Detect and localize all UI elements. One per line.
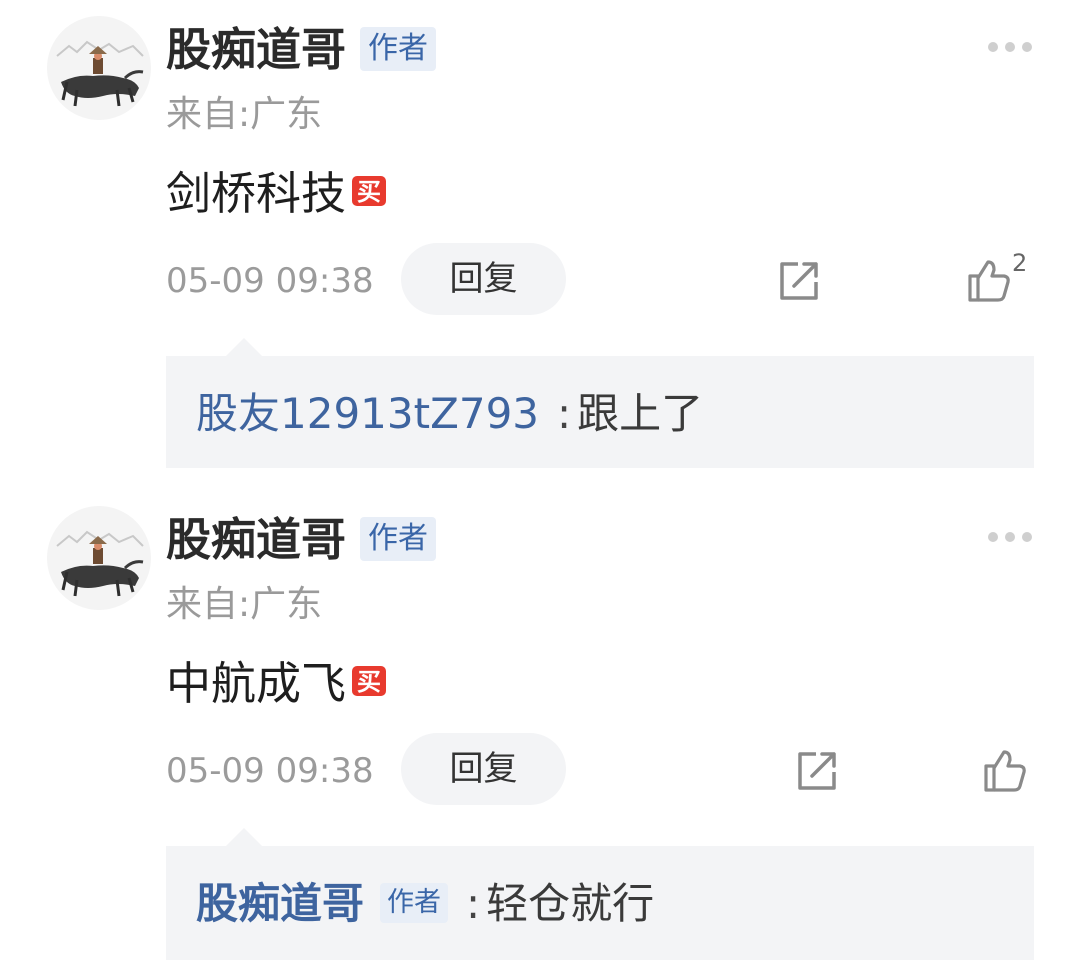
more-dots-icon[interactable] <box>986 530 1034 544</box>
reply-username[interactable]: 股痴道哥 <box>196 879 364 928</box>
timestamp: 05-09 09:38 <box>166 751 374 791</box>
author-badge: 作者 <box>360 27 437 71</box>
buy-badge-icon: 买 <box>350 172 388 210</box>
reply-separator: : <box>466 879 481 928</box>
author-badge: 作者 <box>360 517 437 561</box>
thumbs-up-icon[interactable] <box>964 256 1012 304</box>
avatar-ink-painting-icon <box>56 40 144 107</box>
reply-button[interactable]: 回复 <box>401 243 566 315</box>
username[interactable]: 股痴道哥 作者 <box>166 22 437 78</box>
reply-line: 股痴道哥 作者: 轻仓就行 <box>196 876 654 932</box>
comment-content: 中航成飞买 <box>166 654 388 714</box>
reply-separator: : <box>557 389 572 438</box>
buy-badge-icon: 买 <box>350 662 388 700</box>
author-badge: 作者 <box>380 882 449 923</box>
comment-text: 中航成飞 <box>166 657 347 710</box>
timestamp: 05-09 09:38 <box>166 261 374 301</box>
reply-line: 股友12913tZ793: 跟上了 <box>196 386 703 442</box>
location-text: 来自:广东 <box>166 584 323 625</box>
avatar-ink-painting-icon <box>56 530 144 597</box>
reply-box[interactable]: 股痴道哥 作者: 轻仓就行 <box>166 828 1034 960</box>
buy-badge-text: 买 <box>357 668 381 696</box>
thumbs-up-icon[interactable] <box>980 746 1028 794</box>
reply-text: 轻仓就行 <box>486 879 655 928</box>
comment-text: 剑桥科技 <box>166 167 347 220</box>
like-count: 2 <box>1012 249 1028 277</box>
username-text[interactable]: 股痴道哥 <box>166 23 346 76</box>
username[interactable]: 股痴道哥 作者 <box>166 512 437 568</box>
share-icon[interactable] <box>794 748 840 794</box>
comment-content: 剑桥科技买 <box>166 164 388 224</box>
avatar[interactable] <box>47 16 151 120</box>
username-text[interactable]: 股痴道哥 <box>166 513 346 566</box>
more-dots-icon[interactable] <box>986 40 1034 54</box>
reply-box[interactable]: 股友12913tZ793: 跟上了 <box>166 338 1034 468</box>
location-text: 来自:广东 <box>166 94 323 135</box>
reply-button[interactable]: 回复 <box>401 733 566 805</box>
buy-badge-text: 买 <box>357 178 381 206</box>
reply-username[interactable]: 股友12913tZ793 <box>196 389 539 438</box>
avatar[interactable] <box>47 506 151 610</box>
reply-text: 跟上了 <box>577 389 704 438</box>
share-icon[interactable] <box>776 258 822 304</box>
